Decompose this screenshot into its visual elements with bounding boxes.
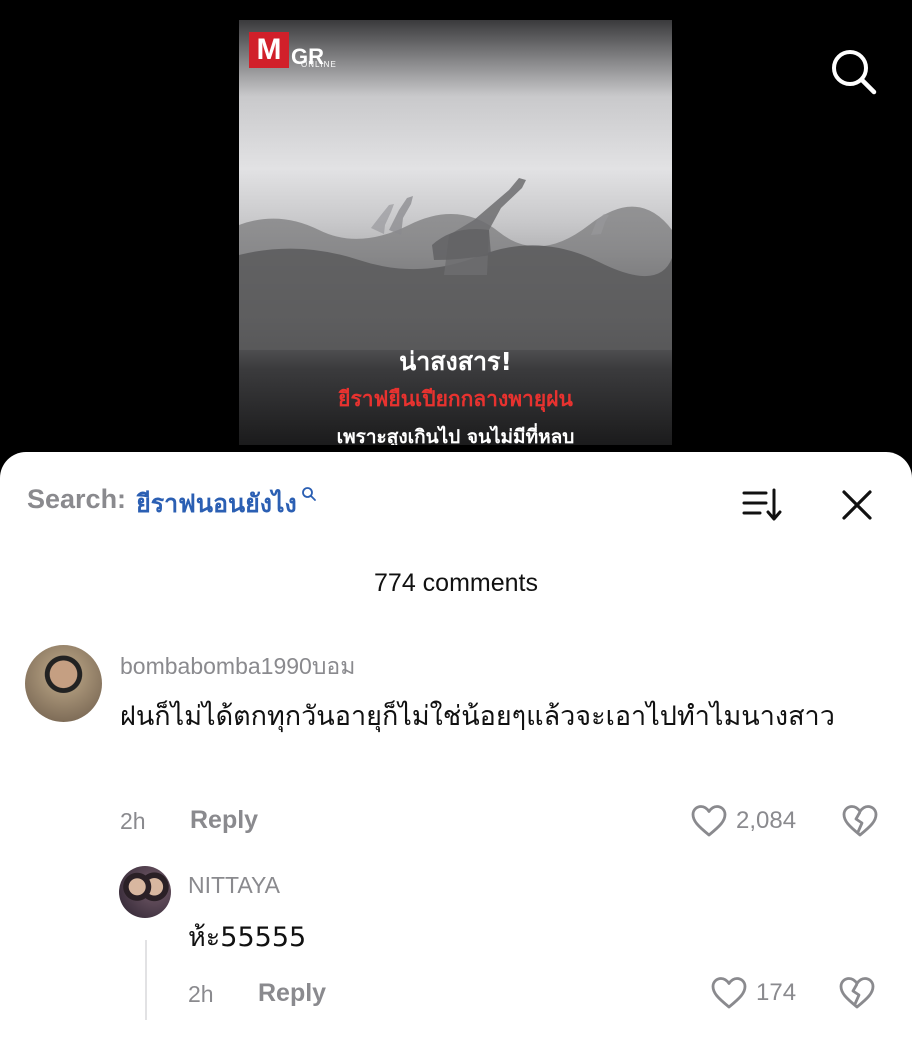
- close-button[interactable]: [840, 488, 874, 522]
- search-label: Search:: [27, 484, 127, 514]
- search-icon: [832, 50, 877, 95]
- close-icon: [842, 490, 872, 520]
- video-caption-line3: เพราะสูงเกินไป จนไม่มีที่หลบ: [336, 426, 575, 445]
- search-query-link[interactable]: ยีราฟนอนยังไง: [136, 484, 297, 524]
- reply-button[interactable]: Reply: [258, 979, 326, 1008]
- like-count: 174: [756, 979, 797, 1006]
- comment-text: ห้ะ55555: [188, 922, 307, 953]
- mgr-online-logo: M GR ONLINE: [249, 32, 336, 69]
- comment-username[interactable]: NITTAYA: [188, 872, 280, 899]
- reply-button[interactable]: Reply: [190, 806, 258, 835]
- search-query-icon: [301, 478, 317, 509]
- comment-username[interactable]: bombabomba1990บอม: [120, 649, 355, 685]
- broken-heart-icon: [839, 977, 875, 1009]
- comment-time: 2h: [120, 808, 146, 834]
- comment-time: 2h: [188, 981, 214, 1007]
- comment-text: ฝนก็ไม่ได้ตกทุกวันอายุก็ไม่ใช่น้อยๆแล้วจ…: [120, 701, 835, 732]
- search-bar[interactable]: Search: ยีราฟนอนยังไง: [27, 484, 317, 524]
- search-button[interactable]: [828, 46, 878, 96]
- reply-thread-line: [145, 940, 147, 1020]
- video-caption-line1: น่าสงสาร!: [399, 347, 512, 376]
- video-area[interactable]: M GR ONLINE น่าสงสาร! ยีราฟยืนเปียกกลางพ…: [0, 0, 912, 470]
- comment-count: 774 comments: [374, 569, 538, 597]
- avatar[interactable]: [119, 866, 171, 918]
- dislike-button[interactable]: [841, 804, 879, 843]
- broken-heart-icon: [842, 805, 878, 837]
- dislike-button[interactable]: [838, 976, 876, 1015]
- avatar[interactable]: [25, 645, 102, 722]
- video-caption-line2: ยีราฟยืนเปียกกลางพายุฝน: [338, 387, 573, 411]
- sort-icon: [742, 488, 782, 521]
- sort-button[interactable]: [742, 488, 784, 522]
- logo-m: M: [249, 32, 289, 68]
- comments-sheet: Search: ยีราฟนอนยังไง 774 comments bomba…: [0, 452, 912, 1052]
- heart-icon: [691, 805, 727, 837]
- logo-online: ONLINE: [301, 60, 337, 69]
- like-button[interactable]: 174: [710, 976, 796, 1010]
- video-thumbnail[interactable]: M GR ONLINE น่าสงสาร! ยีราฟยืนเปียกกลางพ…: [239, 20, 672, 445]
- like-count: 2,084: [736, 807, 797, 834]
- heart-icon: [711, 977, 747, 1009]
- like-button[interactable]: 2,084: [690, 804, 796, 838]
